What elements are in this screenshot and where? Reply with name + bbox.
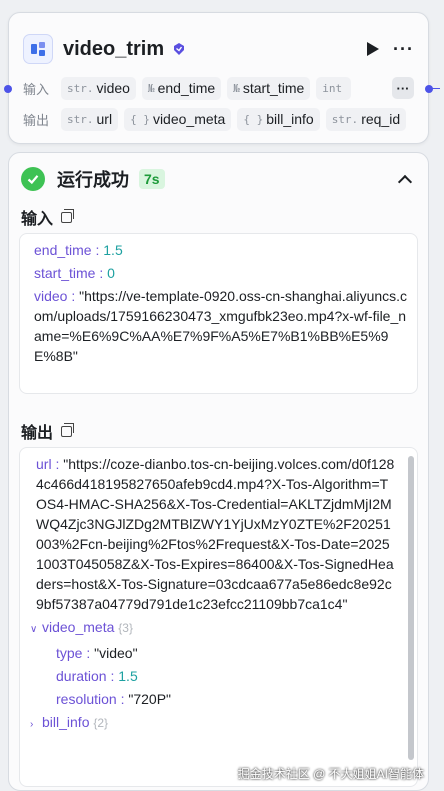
input-section-title: 输入 (21, 205, 75, 229)
output-url-row: url : "https://coze-dianbo.tos-cn-beijin… (36, 456, 395, 612)
output-type-row: type : "video" (56, 645, 138, 661)
output-json-box: url : "https://coze-dianbo.tos-cn-beijin… (19, 447, 418, 787)
node-header: video_trim ··· (23, 31, 414, 67)
outputs-label: 输出 (23, 112, 50, 128)
output-tag-req-id[interactable]: str. req_id (325, 107, 407, 131)
input-video-row: video : "https://ve-template-0920.oss-cn… (34, 288, 408, 364)
input-tag-start-time[interactable]: № start_time (227, 76, 311, 100)
run-result-panel: 运行成功 7s 输入 end_time : 1.5 start_time : 0… (8, 152, 429, 791)
duration-badge: 7s (139, 169, 165, 189)
run-button[interactable] (367, 42, 380, 56)
node-card[interactable]: video_trim ··· 输入 str. video № end_time № s… (4, 12, 440, 144)
input-end-time-row: end_time : 1.5 (34, 242, 123, 258)
output-scrollbar[interactable] (408, 456, 414, 760)
output-tag-video-meta[interactable]: { } video_meta (124, 107, 232, 131)
output-resolution-row: resolution : "720P" (56, 691, 172, 707)
node-title: video_trim (63, 37, 165, 60)
output-tag-bill-info[interactable]: { } bill_info (237, 107, 320, 131)
input-json-box: end_time : 1.5 start_time : 0 video : "h… (19, 233, 418, 394)
inputs-label: 输入 (23, 81, 50, 97)
expand-chevron-down-icon[interactable]: ∨ (30, 620, 38, 640)
copy-output-icon[interactable] (61, 422, 75, 437)
output-bill-info-row[interactable]: › bill_info {2} (30, 712, 397, 735)
output-tag-url[interactable]: str. url (61, 107, 119, 131)
chevron-up-icon[interactable] (397, 174, 413, 190)
inputs-row: 输入 str. video № end_time № start_time int ·… (23, 76, 414, 100)
output-duration-row: duration : 1.5 (56, 668, 138, 684)
expand-chevron-right-icon[interactable]: › (30, 715, 38, 735)
connection-line (432, 88, 440, 89)
input-tag-end-time[interactable]: № end_time (141, 76, 222, 100)
copy-input-icon[interactable] (61, 208, 75, 223)
run-status-bar[interactable]: 运行成功 7s (21, 165, 416, 193)
watermark: 掘金技术社区 @ 不大姐姐AI智能体 (237, 767, 424, 781)
input-port[interactable] (4, 85, 12, 93)
success-check-icon (21, 167, 45, 191)
more-inputs-button[interactable]: ··· (392, 77, 414, 99)
run-status-text: 运行成功 (57, 170, 129, 190)
plugin-logo-icon (23, 34, 53, 64)
outputs-row: 输出 str. url { } video_meta { } bill_info st… (23, 107, 414, 131)
input-tag-truncated: int (316, 76, 352, 100)
output-port[interactable] (425, 85, 433, 93)
input-start-time-row: start_time : 0 (34, 265, 115, 281)
input-tag-video[interactable]: str. video (61, 76, 136, 100)
verified-badge-icon (174, 43, 185, 55)
node-menu-button[interactable]: ··· (393, 39, 414, 60)
output-video-meta-row[interactable]: ∨ video_meta {3} (30, 617, 397, 640)
output-section-title: 输出 (21, 419, 75, 443)
